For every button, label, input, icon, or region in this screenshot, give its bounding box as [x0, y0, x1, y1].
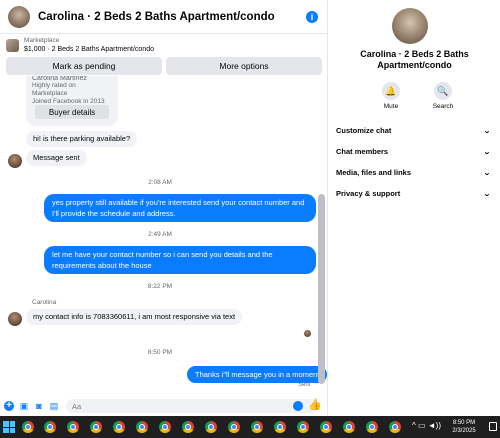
listing-thumbnail[interactable]	[8, 5, 30, 28]
search-button[interactable]: 🔍 Search	[427, 82, 459, 110]
chrome-icon[interactable]	[297, 421, 309, 433]
mute-button[interactable]: 🔔 Mute	[375, 82, 407, 110]
chrome-icon[interactable]	[159, 421, 171, 433]
sticker-icon[interactable]: ◙	[34, 401, 44, 411]
chrome-icon[interactable]	[366, 421, 378, 433]
menu-item-media-files-links[interactable]: Media, files and links ⌄	[336, 162, 494, 183]
timestamp: 8:50 PM	[147, 349, 173, 356]
chrome-icon[interactable]	[136, 421, 148, 433]
mark-as-pending-button[interactable]: Mark as pending	[6, 57, 162, 75]
chat-details-pane: Carolina · 2 Beds 2 Baths Apartment/cond…	[329, 0, 500, 416]
search-icon: 🔍	[434, 82, 452, 100]
bell-icon: 🔔	[382, 82, 400, 100]
windows-taskbar: ^ ▭ ◄)) 8:50 PM 2/3/2025	[0, 416, 500, 438]
message-composer: + ▣ ◙ ▤	[0, 396, 328, 416]
conversation-title: Carolina · 2 Beds 2 Baths Apartment/cond…	[360, 49, 469, 70]
menu-item-customize-chat[interactable]: Customize chat ⌄	[336, 120, 494, 141]
conversation-actions: 🔔 Mute 🔍 Search	[375, 82, 459, 110]
menu-item-privacy-support[interactable]: Privacy & support ⌄	[336, 183, 494, 204]
buyer-details-button[interactable]: Buyer details	[35, 105, 109, 119]
chrome-icon[interactable]	[205, 421, 217, 433]
chrome-icon[interactable]	[44, 421, 56, 433]
chat-pane: Carolina · 2 Beds 2 Baths Apartment/cond…	[0, 0, 328, 416]
chrome-icon[interactable]	[274, 421, 286, 433]
contact-avatar[interactable]	[8, 312, 22, 326]
thread-scrollbar[interactable]	[318, 194, 325, 384]
messenger-window: Carolina · 2 Beds 2 Baths Apartment/cond…	[0, 0, 500, 438]
menu-item-chat-members[interactable]: Chat members ⌄	[336, 141, 494, 162]
plus-icon[interactable]: +	[4, 401, 14, 411]
seller-profile-card: Carolina Martinez Highly rated on Market…	[26, 76, 118, 126]
system-tray[interactable]: ^ ▭ ◄))	[412, 421, 441, 430]
gif-icon[interactable]: ▤	[49, 401, 59, 411]
chrome-icon[interactable]	[320, 421, 332, 433]
chevron-down-icon: ⌄	[483, 127, 491, 135]
chrome-icon[interactable]	[182, 421, 194, 433]
clock-date: 2/3/2025	[452, 428, 476, 434]
sender-name: Carolina	[32, 299, 57, 306]
more-options-button[interactable]: More options	[166, 57, 322, 75]
contact-avatar[interactable]	[8, 154, 22, 168]
details-menu: Customize chat ⌄ Chat members ⌄ Media, f…	[336, 120, 494, 204]
info-icon[interactable]: i	[306, 11, 318, 23]
timestamp: 8:22 PM	[147, 283, 173, 290]
chrome-icon[interactable]	[22, 421, 34, 433]
delivery-status: Sent	[298, 382, 311, 388]
message-bubble-incoming[interactable]: Message sent	[26, 150, 87, 166]
message-bubble-outgoing[interactable]: yes property still available if you're i…	[44, 194, 316, 222]
chrome-icon[interactable]	[113, 421, 125, 433]
message-bubble-outgoing[interactable]: Thanks i"ll message you in a moment	[187, 366, 328, 383]
timestamp: 2:08 AM	[148, 179, 172, 186]
marketplace-listing-bar[interactable]: Marketplace $1,000 · 2 Beds 2 Baths Apar…	[0, 34, 328, 56]
chevron-down-icon: ⌄	[483, 148, 491, 156]
listing-mini-thumbnail	[6, 38, 19, 52]
chrome-icon[interactable]	[389, 421, 401, 433]
timestamp: 2:49 AM	[148, 231, 172, 238]
like-icon[interactable]: 👍	[308, 399, 322, 411]
seen-indicator-avatar	[304, 330, 311, 337]
chat-header: Carolina · 2 Beds 2 Baths Apartment/cond…	[0, 0, 328, 34]
message-bubble-outgoing[interactable]: let me have your contact number so i can…	[44, 246, 316, 274]
notification-icon[interactable]	[489, 422, 497, 431]
chrome-icon[interactable]	[251, 421, 263, 433]
windows-start-icon[interactable]	[3, 421, 15, 433]
chrome-icon[interactable]	[228, 421, 240, 433]
photo-icon[interactable]: ▣	[19, 401, 29, 411]
message-input[interactable]	[66, 399, 318, 413]
chrome-icon[interactable]	[90, 421, 102, 433]
chat-title[interactable]: Carolina · 2 Beds 2 Baths Apartment/cond…	[38, 11, 275, 23]
message-bubble-incoming[interactable]: hi! is there parking available?	[26, 131, 138, 147]
search-label: Search	[432, 103, 454, 110]
chevron-down-icon: ⌄	[483, 190, 491, 198]
listing-price-title: $1,000 · 2 Beds 2 Baths Apartment/condo	[24, 46, 154, 53]
mute-label: Mute	[383, 103, 399, 110]
taskbar-clock[interactable]: 8:50 PM 2/3/2025	[445, 419, 483, 435]
chevron-down-icon: ⌄	[483, 169, 491, 177]
clock-time: 8:50 PM	[452, 420, 476, 426]
emoji-icon[interactable]	[293, 401, 303, 411]
message-thread[interactable]: Carolina Martinez Highly rated on Market…	[0, 76, 328, 394]
conversation-avatar[interactable]	[392, 8, 428, 44]
seller-rating: Highly rated on Marketplace	[32, 82, 76, 97]
chrome-icon[interactable]	[343, 421, 355, 433]
marketplace-label: Marketplace	[24, 37, 60, 44]
message-bubble-incoming[interactable]: my contact info is 7083360611, i am most…	[26, 309, 243, 325]
chrome-icon[interactable]	[67, 421, 79, 433]
listing-actions: Mark as pending More options	[6, 57, 322, 75]
